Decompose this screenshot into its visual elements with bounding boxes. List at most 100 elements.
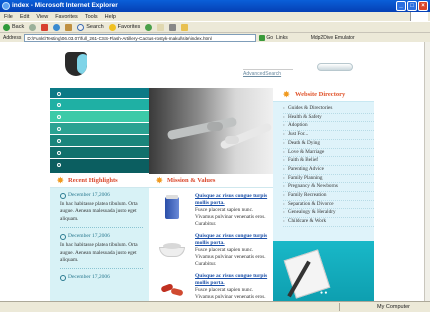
folder-icon (181, 23, 189, 31)
mission-body: Fusce placerat sapien nunc. Vivamus pulv… (195, 286, 266, 301)
directory-item[interactable]: Death & Dying (283, 140, 374, 149)
nav-item-3[interactable] (50, 111, 149, 123)
nav-bullet-icon (57, 103, 61, 107)
go-button[interactable]: Go (259, 34, 274, 41)
folder-button[interactable] (181, 23, 189, 31)
mission-title: Mission & Values (167, 177, 216, 184)
menu-tools[interactable]: Tools (85, 14, 98, 20)
highlight-text: In hac habitasse platea tibulum. Orta au… (60, 242, 138, 264)
directory-item[interactable]: Family Planning (283, 175, 374, 184)
mission-item: Quisque ac risus congue turpis mollis po… (155, 193, 273, 229)
close-button[interactable]: × (418, 1, 428, 11)
hero-image (149, 88, 273, 174)
search-button[interactable]: Search (77, 23, 104, 31)
directory-item[interactable]: Love & Marriage (283, 149, 374, 158)
directory-header: ✸ Website Directory (273, 88, 374, 102)
print-button[interactable] (169, 23, 177, 31)
forward-button[interactable] (29, 23, 37, 31)
directory-title: Website Directory (295, 91, 346, 98)
directory-item[interactable]: Childcare & Work (283, 218, 374, 227)
directory-item[interactable]: Adoption (283, 122, 374, 132)
directory-item[interactable]: Separation & Divorce (283, 201, 374, 210)
mission-link[interactable]: Quisque ac risus congue turpis mollis po… (195, 193, 273, 207)
web-page: AdvancedSearch ✸ Website Directory Guide… (0, 42, 424, 301)
nav-bullet-icon (57, 115, 61, 119)
mail-icon (157, 23, 165, 31)
nav-item-4[interactable] (50, 123, 149, 135)
window-titlebar: index - Microsoft Internet Explorer _ □ … (0, 0, 430, 12)
nav-bullet-icon (57, 127, 61, 131)
back-arrow-icon (3, 23, 10, 31)
stop-button[interactable] (41, 23, 49, 31)
history-button[interactable] (145, 23, 153, 31)
mission-link[interactable]: Quisque ac risus congue turpis mollis po… (195, 233, 273, 247)
mail-button[interactable] (157, 23, 165, 31)
go-arrow-icon (259, 34, 266, 41)
menu-view[interactable]: View (36, 14, 48, 20)
address-input[interactable]: D:\Funkt\Testing\06.03.07\full_261-CSS-F… (24, 33, 257, 42)
back-button[interactable]: Back (3, 23, 25, 31)
favorites-button[interactable]: Favorites (108, 23, 141, 31)
menu-file[interactable]: File (4, 14, 13, 20)
mission-item: Quisque ac risus congue turpis mollis po… (155, 273, 273, 301)
directory-item[interactable]: Family Recreation (283, 192, 374, 201)
address-bar: Address D:\Funkt\Testing\06.03.07\full_2… (0, 32, 430, 42)
nav-item-2[interactable] (50, 99, 149, 111)
refresh-button[interactable] (53, 23, 61, 31)
refresh-icon (53, 23, 61, 31)
medicine-bottle-image (155, 193, 189, 223)
mission-header: ✸ Mission & Values (149, 174, 273, 188)
directory-item[interactable]: Pregnancy & Newborns (283, 183, 374, 193)
directory-item[interactable]: Guides & Directories (283, 105, 374, 114)
star-icon (108, 23, 116, 31)
back-label: Back (12, 24, 25, 30)
mission-body: Fusce placerat sapien nunc. Vivamus pulv… (195, 246, 266, 267)
highlight-date: December 17,2006 (60, 274, 143, 282)
mission-link[interactable]: Quisque ac risus congue turpis mollis po… (195, 273, 273, 287)
directory-item[interactable]: Faith & Belief (283, 157, 374, 166)
home-button[interactable] (65, 23, 73, 31)
directory-list: Guides & Directories Health & Safety Ado… (273, 102, 374, 227)
nav-bullet-icon (57, 139, 61, 143)
status-bar: My Computer (0, 301, 430, 312)
highlight-text: In hac habitasse platea tibulum. Orta au… (60, 201, 138, 222)
mission-list: Quisque ac risus congue turpis mollis po… (149, 188, 273, 301)
highlight-date: December 17,2006 (60, 192, 143, 199)
go-label: Go (266, 34, 274, 41)
stop-icon (41, 23, 49, 31)
history-icon (145, 23, 153, 31)
site-logo[interactable] (65, 52, 87, 76)
nav-item-5[interactable] (50, 135, 149, 147)
mission-item: Quisque ac risus congue turpis mollis po… (155, 233, 273, 269)
site-search-input[interactable] (243, 63, 293, 70)
home-icon (65, 23, 73, 31)
nav-bullet-icon (57, 151, 61, 155)
directory-item[interactable]: Parenting Advice (283, 166, 374, 175)
left-nav (50, 88, 149, 174)
promo-dots: ● ● (320, 290, 328, 296)
directory-item[interactable]: Health & Safety (283, 114, 374, 123)
window-title: index - Microsoft Internet Explorer (12, 2, 118, 9)
sun-icon: ✸ (156, 176, 163, 185)
vertical-scrollbar[interactable] (424, 42, 430, 301)
mission-section: ✸ Mission & Values Quisque ac risus cong… (149, 174, 273, 301)
emulator-link[interactable]: Mdp2Dive Emulator (311, 35, 355, 41)
nav-bullet-icon (57, 163, 61, 167)
search-label: Search (86, 24, 104, 30)
links-label[interactable]: Links (276, 35, 288, 41)
site-search-button[interactable] (317, 63, 353, 71)
print-icon (169, 23, 177, 31)
nav-item-1[interactable] (50, 88, 149, 99)
favorites-label: Favorites (117, 24, 141, 30)
menu-edit[interactable]: Edit (20, 14, 29, 20)
directory-item[interactable]: Just For... (283, 131, 374, 140)
menu-favorites[interactable]: Favorites (55, 14, 78, 20)
minimize-button[interactable]: _ (396, 1, 406, 11)
nav-item-6[interactable] (50, 147, 149, 159)
mission-body: Fusce placerat sapien nunc. Vivamus pulv… (195, 206, 266, 227)
nav-item-7[interactable] (50, 159, 149, 173)
menu-help[interactable]: Help (105, 14, 116, 20)
directory-item[interactable]: Genealogy & Heraldry (283, 209, 374, 219)
advanced-search-link[interactable]: AdvancedSearch (243, 71, 281, 77)
maximize-button[interactable]: □ (407, 1, 417, 11)
